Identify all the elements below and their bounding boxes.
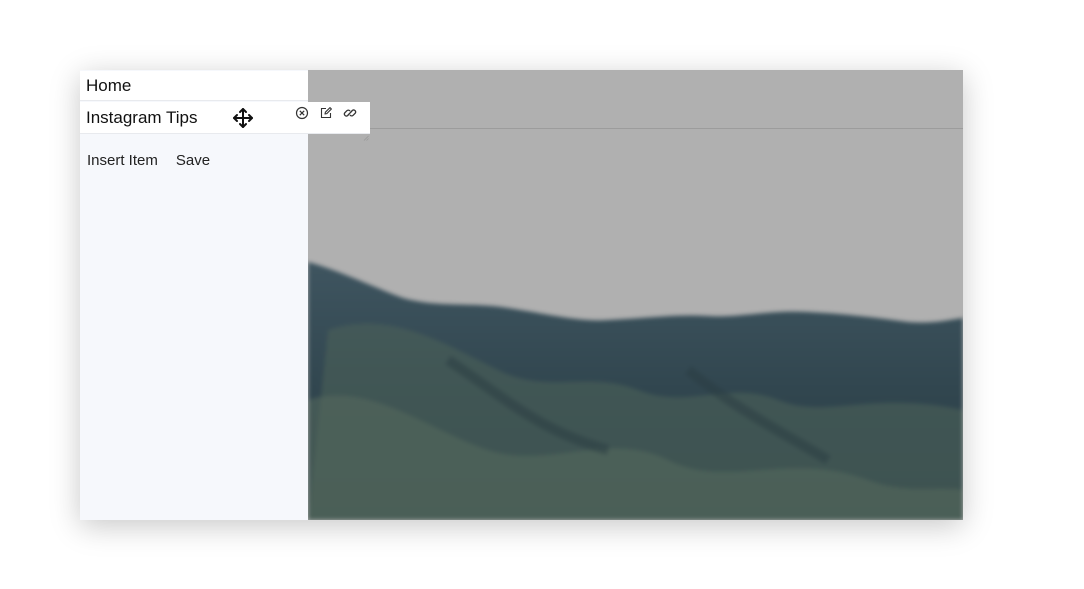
preview-pane — [308, 70, 963, 520]
sidebar-toolbar: Insert Item Save — [87, 152, 210, 169]
move-icon[interactable] — [232, 107, 254, 129]
mountain-background-image — [308, 262, 963, 520]
sidebar: Home Instagram Tips Insert Item Save — [80, 70, 370, 520]
nav-item-instagram-tips[interactable]: Instagram Tips — [80, 102, 370, 141]
nav-item-home-label: Home — [86, 75, 132, 95]
item-actions — [294, 105, 358, 121]
resize-handle-icon[interactable] — [363, 126, 369, 141]
save-button[interactable]: Save — [176, 152, 210, 169]
link-icon[interactable] — [342, 105, 358, 121]
edit-icon[interactable] — [318, 105, 334, 121]
editor-window: Home Instagram Tips Insert Item Save — [80, 70, 963, 520]
insert-item-button[interactable]: Insert Item — [87, 152, 158, 169]
nav-item-home[interactable]: Home — [80, 71, 308, 101]
close-circle-icon[interactable] — [294, 105, 310, 121]
nav-item-instagram-tips-label: Instagram Tips — [86, 107, 198, 127]
